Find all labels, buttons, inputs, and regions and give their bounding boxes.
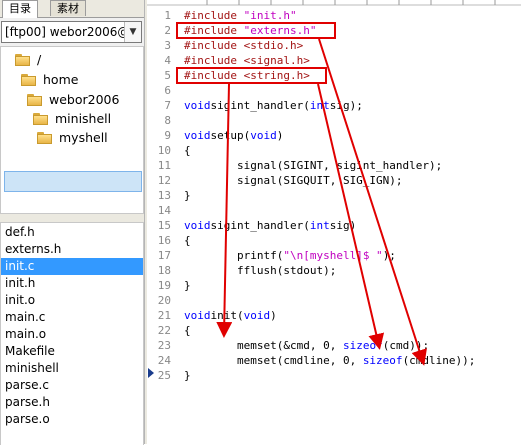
file-item[interactable]: def.h [1, 224, 143, 241]
annotation-arrows [216, 38, 427, 366]
directory-tree[interactable]: / home webor2006 minishell myshell [0, 46, 144, 214]
folder-open-icon [37, 132, 52, 144]
file-item[interactable]: minishell [1, 360, 143, 377]
file-item[interactable]: main.o [1, 326, 143, 343]
file-item[interactable]: externs.h [1, 241, 143, 258]
server-dropdown-value: [ftp00] webor2006@ [5, 25, 130, 39]
tree-node-label: / [37, 52, 42, 67]
tree-node-label: home [43, 72, 79, 87]
left-panel: 目录 素材 [ftp00] webor2006@ ▼ / home webor2… [0, 0, 144, 445]
tree-selection-highlight [4, 171, 142, 192]
current-line-marker-icon [148, 368, 154, 378]
file-list[interactable]: def.h externs.h init.c init.h init.o mai… [0, 222, 144, 445]
tab-directory[interactable]: 目录 [2, 0, 38, 18]
tab-assets-label: 素材 [57, 2, 79, 15]
panel-tabbar: 目录 素材 [0, 0, 144, 18]
code-editor[interactable]: 1 2 3 4 5 6 7 8 9 10 11 12 13 14 15 16 17 18 19 20 21 22 23 24 2… [147, 0, 521, 444]
file-item[interactable]: Makefile [1, 343, 143, 360]
file-item[interactable]: parse.o [1, 411, 143, 428]
file-item-selected[interactable]: init.c [1, 258, 143, 275]
file-item[interactable]: main.c [1, 309, 143, 326]
file-item[interactable]: parse.c [1, 377, 143, 394]
folder-icon [27, 94, 42, 106]
tab-directory-label: 目录 [9, 2, 31, 15]
panel-splitter[interactable] [0, 214, 144, 222]
tree-node-label: myshell [59, 130, 108, 145]
server-dropdown[interactable]: [ftp00] webor2006@ ▼ [1, 21, 142, 43]
file-item[interactable]: parse.h [1, 394, 143, 411]
file-item[interactable]: init.h [1, 275, 143, 292]
folder-icon [21, 74, 36, 86]
folder-icon [33, 113, 48, 125]
file-item[interactable]: init.o [1, 292, 143, 309]
chevron-down-icon[interactable]: ▼ [124, 22, 141, 42]
tab-assets[interactable]: 素材 [50, 0, 86, 16]
tree-node-label: minishell [55, 111, 112, 126]
folder-icon [15, 54, 30, 66]
tree-node-label: webor2006 [49, 92, 120, 107]
